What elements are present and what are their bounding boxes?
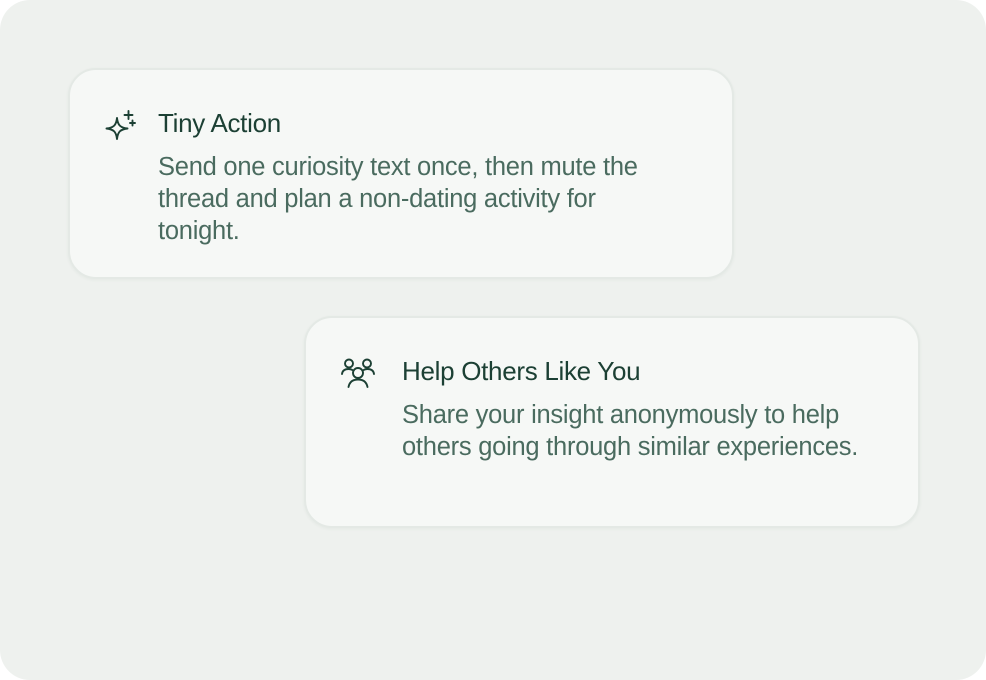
tiny-action-card: Tiny Action Send one curiosity text once… [68,68,734,279]
app-canvas: Tiny Action Send one curiosity text once… [0,0,986,680]
sparkle-icon [101,108,139,146]
card-body: Send one curiosity text once, then mute … [158,153,638,245]
card-body: Share your insight anonymously to help o… [402,401,859,461]
help-others-card: Help Others Like You Share your insight … [304,316,920,528]
users-icon [339,354,377,392]
card-title: Tiny Action [158,108,281,138]
card-title: Help Others Like You [402,356,641,386]
